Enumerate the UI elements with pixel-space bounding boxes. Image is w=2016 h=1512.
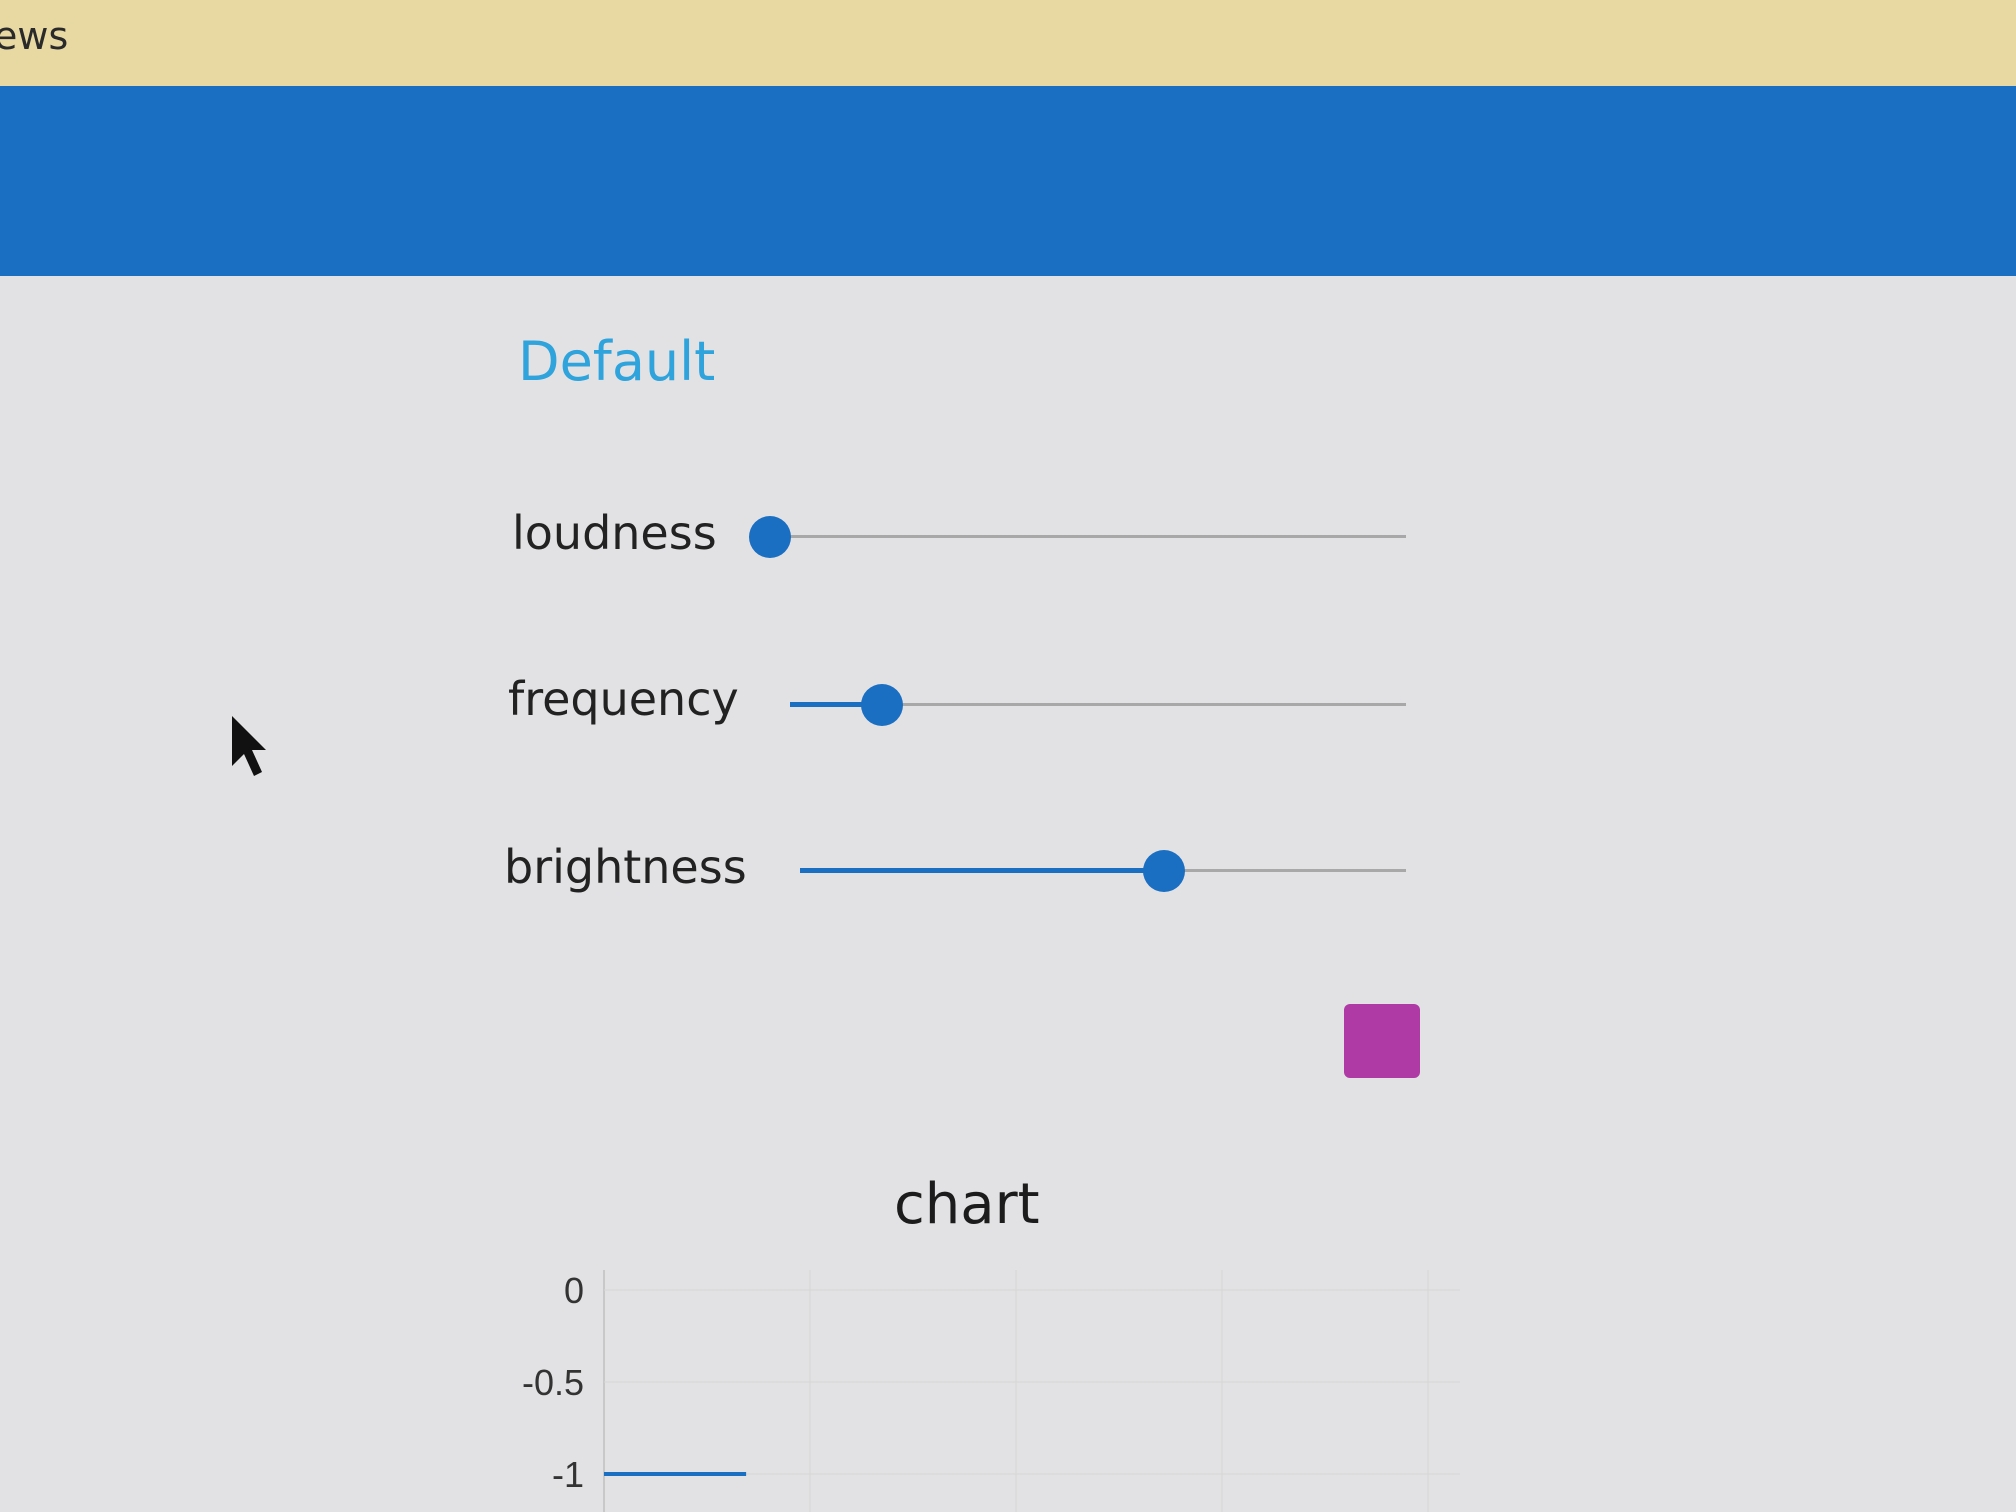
y-tick-label: -1 (552, 1454, 584, 1495)
chart: 0 -0.5 -1 (522, 1270, 1460, 1512)
brightness-slider[interactable] (800, 850, 1406, 892)
y-tick-label: -0.5 (522, 1362, 584, 1403)
slider-fill (800, 868, 1164, 873)
window-title: ews (0, 14, 69, 58)
chart-title: chart (894, 1172, 1040, 1237)
window-titlebar: ews (0, 0, 2016, 86)
slider-label-loudness: loudness (512, 506, 717, 560)
color-swatch[interactable] (1344, 1004, 1420, 1078)
slider-thumb[interactable] (861, 684, 904, 726)
slider-thumb[interactable] (749, 516, 791, 558)
slider-track (770, 535, 1406, 538)
app-header (0, 86, 2016, 276)
loudness-slider[interactable] (749, 516, 1406, 558)
section-title: Default (518, 330, 716, 393)
slider-label-frequency: frequency (508, 672, 739, 726)
frequency-slider[interactable] (790, 684, 1406, 726)
mouse-cursor-icon (232, 716, 266, 776)
slider-thumb[interactable] (1142, 850, 1185, 892)
slider-label-brightness: brightness (504, 840, 747, 894)
y-tick-label: 0 (564, 1270, 584, 1311)
